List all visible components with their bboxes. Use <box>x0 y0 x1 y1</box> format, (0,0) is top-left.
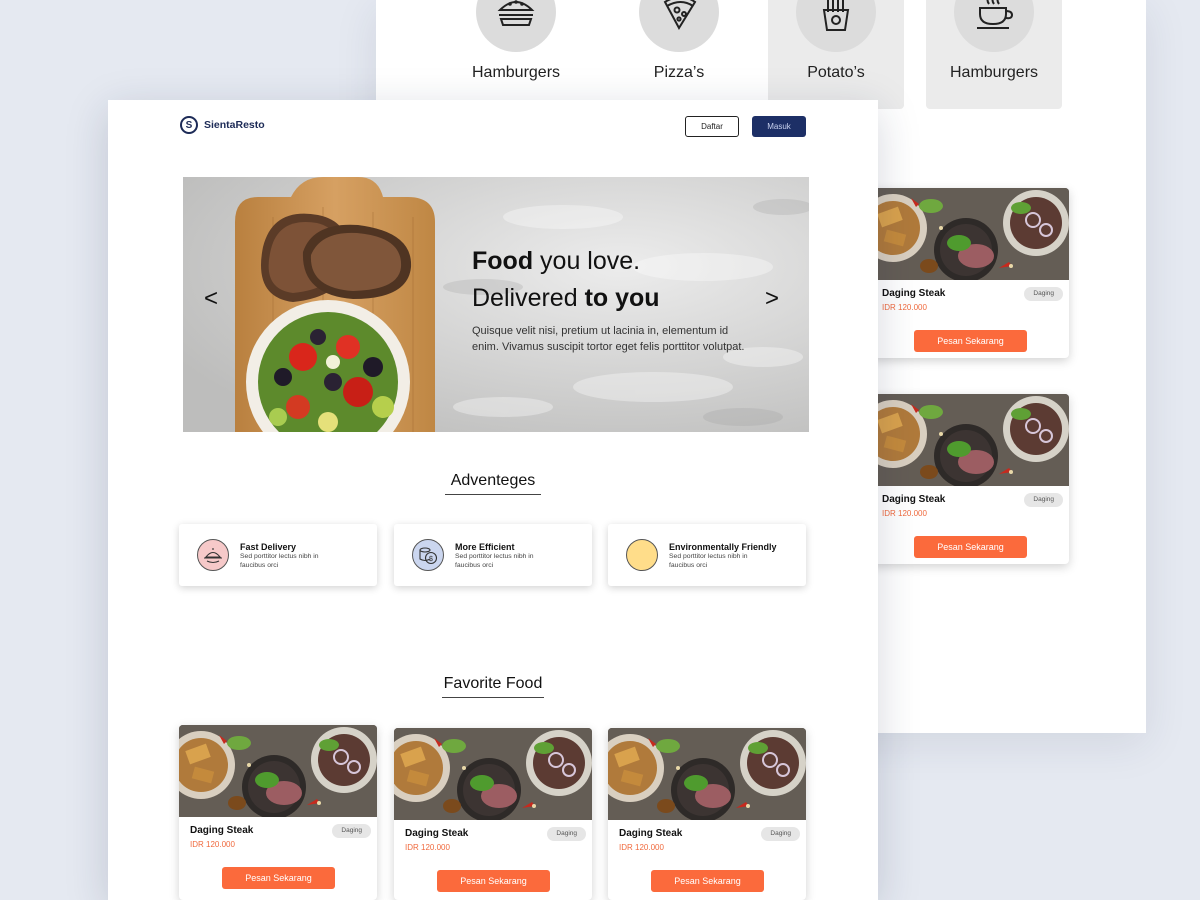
category-label: Potato’s <box>807 64 865 81</box>
advantage-title: Fast Delivery <box>240 542 297 552</box>
food-image <box>608 728 806 820</box>
food-card: Daging Steak IDR 120.000 Daging Pesan Se… <box>871 394 1069 564</box>
category-badge: Daging <box>1024 493 1063 507</box>
food-card: Daging Steak IDR 120.000 Daging Pesan Se… <box>394 728 592 900</box>
advantage-card: Environmentally Friendly Sed porttitor l… <box>608 524 806 586</box>
food-tray-icon <box>197 539 229 571</box>
front-page: S SientaResto Daftar Masuk Food you love… <box>108 100 878 900</box>
carousel-next-arrow[interactable]: > <box>760 285 784 313</box>
category-label: Hamburgers <box>471 64 561 81</box>
food-image <box>871 394 1069 486</box>
food-name: Daging Steak <box>190 825 254 836</box>
hamburger-icon <box>476 0 556 52</box>
food-price: IDR 120.000 <box>405 843 450 852</box>
logo-mark-icon: S <box>180 116 198 134</box>
category-tile[interactable]: Hamburgers <box>448 0 584 109</box>
advantage-description: Sed porttitor lectus nibh in faucibus or… <box>669 553 748 569</box>
food-card: Daging Steak IDR 120.000 Daging Pesan Se… <box>608 728 806 900</box>
category-tile[interactable]: Potato’s <box>768 0 904 109</box>
food-name: Daging Steak <box>619 828 683 839</box>
carousel-prev-arrow[interactable]: < <box>199 285 223 313</box>
food-price: IDR 120.000 <box>619 843 664 852</box>
category-badge: Daging <box>761 827 800 841</box>
food-name: Daging Steak <box>882 494 946 505</box>
food-price: IDR 120.000 <box>190 840 235 849</box>
category-tile[interactable]: Hamburgers <box>926 0 1062 109</box>
category-badge: Daging <box>332 824 371 838</box>
coins-icon: $ <box>412 539 444 571</box>
brand-name: SientaResto <box>204 119 265 131</box>
category-badge: Daging <box>1024 287 1063 301</box>
food-image <box>871 188 1069 280</box>
advantages-heading: Adventeges <box>108 472 878 495</box>
advantage-card: Fast Delivery Sed porttitor lectus nibh … <box>179 524 377 586</box>
fries-icon <box>796 0 876 52</box>
food-name: Daging Steak <box>405 828 469 839</box>
category-label: Hamburgers <box>949 64 1039 81</box>
hero-description: Quisque velit nisi, pretium ut lacinia i… <box>472 325 745 353</box>
advantage-description: Sed porttitor lectus nibh in faucibus or… <box>455 553 534 569</box>
category-label: Pizza’s <box>653 64 705 81</box>
leaf-circle-icon <box>626 539 658 571</box>
coffee-cup-icon <box>954 0 1034 52</box>
advantage-title: More Efficient <box>455 542 515 552</box>
hero-banner: Food you love. Delivered to you Quisque … <box>183 177 809 432</box>
order-now-button[interactable]: Pesan Sekarang <box>914 536 1027 558</box>
order-now-button[interactable]: Pesan Sekarang <box>914 330 1027 352</box>
advantage-description: Sed porttitor lectus nibh in faucibus or… <box>240 553 319 569</box>
category-badge: Daging <box>547 827 586 841</box>
brand-logo[interactable]: S SientaResto <box>180 116 265 134</box>
food-card: Daging Steak IDR 120.000 Daging Pesan Se… <box>871 188 1069 358</box>
food-name: Daging Steak <box>882 288 946 299</box>
food-image <box>179 725 377 817</box>
category-tile[interactable]: Pizza’s <box>611 0 747 109</box>
register-button[interactable]: Daftar <box>685 116 739 137</box>
pizza-icon <box>639 0 719 52</box>
login-button[interactable]: Masuk <box>752 116 806 137</box>
order-now-button[interactable]: Pesan Sekarang <box>651 870 764 892</box>
food-image <box>394 728 592 820</box>
order-now-button[interactable]: Pesan Sekarang <box>222 867 335 889</box>
advantage-card: $ More Efficient Sed porttitor lectus ni… <box>394 524 592 586</box>
food-price: IDR 120.000 <box>882 509 927 518</box>
svg-text:$: $ <box>429 556 433 563</box>
favorite-food-heading: Favorite Food <box>108 675 878 698</box>
food-price: IDR 120.000 <box>882 303 927 312</box>
hero-title: Food you love. Delivered to you <box>472 247 660 312</box>
order-now-button[interactable]: Pesan Sekarang <box>437 870 550 892</box>
food-card: Daging Steak IDR 120.000 Daging Pesan Se… <box>179 725 377 900</box>
advantage-title: Environmentally Friendly <box>669 542 777 552</box>
